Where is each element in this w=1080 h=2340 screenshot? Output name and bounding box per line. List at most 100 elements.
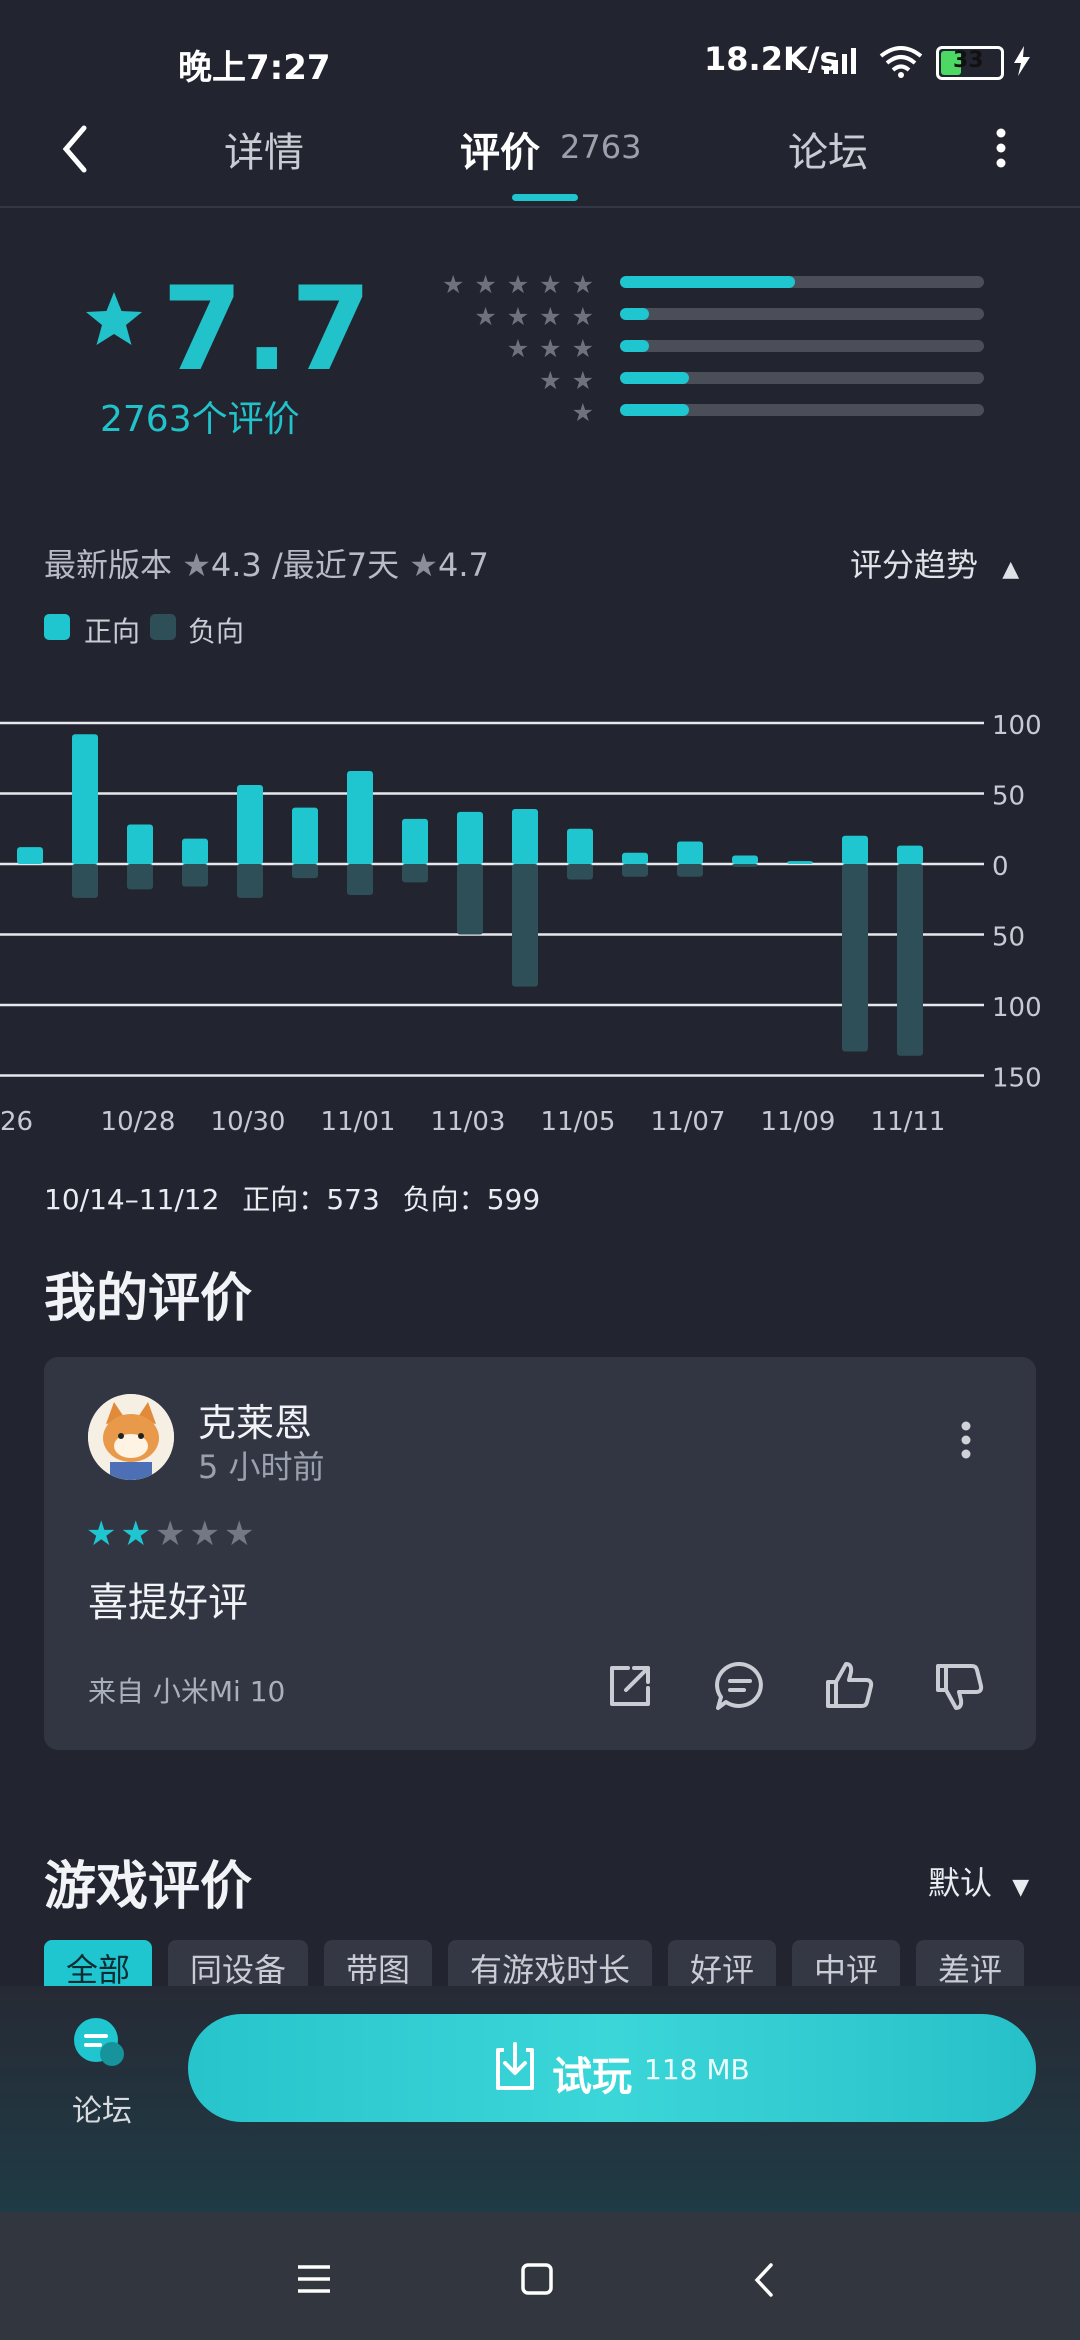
back-icon[interactable] [58,124,92,174]
my-review-title: 我的评价 [44,1269,253,1329]
y-tick-label: 0 [992,852,1009,882]
bar-positive [512,809,538,864]
system-nav-bar [0,2212,1080,2340]
bar-positive [292,807,318,864]
review-user-name[interactable]: 克莱恩 [198,1392,312,1447]
bar-positive [402,818,428,864]
x-tick-label: 11/07 [651,1107,726,1137]
date-range: 10/14–11/12 [44,1183,220,1216]
tab-details[interactable]: 详情 [224,120,304,178]
battery-icon: 33 [936,46,1004,80]
x-tick-label: 11/01 [321,1107,396,1137]
sort-select-value: 默认 [928,1864,993,1902]
bar-positive [17,847,43,864]
tab-forum[interactable]: 论坛 [788,120,868,178]
review-star-2: ★ [120,1514,155,1554]
review-star-5: ★ [223,1514,259,1554]
y-tick-label: 50 [992,923,1025,953]
version-rating-line: 最新版本 ★4.3 /最近7天 ★4.7 [44,540,489,586]
rating-trend-toggle[interactable]: 评分趋势 ▲ [850,540,1019,586]
y-tick-label: 50 [992,782,1025,812]
forum-icon[interactable] [70,2016,130,2072]
network-speed: 18.2K/s [704,40,839,78]
top-nav: 详情 评价 2763 论坛 [0,120,1080,208]
forum-button-label[interactable]: 论坛 [72,2086,132,2130]
bar-positive [182,838,208,864]
x-tick-label: 11/03 [431,1107,506,1137]
x-tick-label: 11/09 [761,1107,836,1137]
x-tick-label: 26 [0,1107,33,1137]
bar-positive [622,852,648,864]
caret-up-icon: ▲ [1002,557,1020,582]
tab-reviews[interactable]: 评价 [460,120,540,178]
hist-bar-2 [620,372,984,384]
bar-positive [237,785,263,864]
bar-negative [127,864,153,890]
rating-trend-chart[interactable]: 100 50 0 50 100 150 26 10/28 10/30 11/01 11/03 11/0… [0,690,1080,1160]
legend-negative: 负向 [188,615,245,648]
latest-version-label: 最新版本 [44,546,173,584]
y-tick-label: 100 [992,993,1042,1023]
menu-icon[interactable] [296,2264,332,2294]
bar-positive [567,828,593,864]
bar-negative [842,864,868,1052]
hist-stars-2: ★★ [539,366,604,395]
hist-stars-1: ★ [571,398,604,427]
bar-positive [897,845,923,864]
comment-icon[interactable] [712,1658,768,1714]
x-tick-label: 10/28 [101,1107,176,1137]
trial-play-size: 118 MB [644,2053,750,2086]
home-icon[interactable] [520,2262,554,2296]
negative-total: 599 [486,1183,541,1216]
rating-trend-label: 评分趋势 [850,546,979,584]
signal-icon [824,48,856,74]
charging-icon [1014,46,1030,76]
legend-positive: 正向 [84,615,141,648]
bar-positive [842,835,868,864]
bar-negative [402,864,428,883]
nav-back-icon[interactable] [752,2262,776,2298]
bar-negative [567,864,593,880]
bar-negative [512,864,538,987]
rating-score: 7.7 [162,262,374,397]
thumbs-up-icon[interactable] [822,1658,878,1714]
star-icon [86,292,142,345]
star-icon: ★ [409,546,438,584]
game-reviews-title: 游戏评价 [44,1857,253,1917]
bar-positive [677,841,703,864]
hist-fill-3 [620,340,650,352]
y-tick-label: 150 [992,1064,1042,1094]
more-icon[interactable] [994,126,1008,170]
x-tick-label: 11/05 [541,1107,616,1137]
x-tick-label: 10/30 [211,1107,286,1137]
hist-stars-3: ★★★ [506,334,604,363]
sort-select[interactable]: 默认 ▼ [928,1858,1029,1904]
bar-positive [457,811,483,864]
latest-version-score: 4.3 [210,546,262,584]
avatar[interactable] [88,1394,174,1480]
status-time: 晚上7:27 [178,48,331,88]
trial-play-label: 试玩 [552,2054,632,2100]
bar-negative [347,864,373,896]
review-star-4: ★ [189,1514,224,1554]
review-more-icon[interactable] [960,1420,972,1460]
thumbs-down-icon[interactable] [932,1658,988,1714]
hist-bar-4 [620,308,984,320]
review-time: 5 小时前 [198,1448,325,1486]
review-text: 喜提好评 [88,1580,248,1626]
legend-negative-swatch [150,614,176,640]
hist-fill-1 [620,404,690,416]
share-icon[interactable] [602,1658,658,1714]
date-range-summary: 10/14–11/12 正向：573 负向：599 [44,1178,540,1218]
hist-bar-1 [620,404,984,416]
y-tick-label: 100 [992,711,1042,741]
bar-positive [72,734,98,864]
review-stars: ★★★★★ [86,1514,258,1554]
bar-negative [677,864,703,877]
bar-positive [732,855,758,864]
negative-total-label: 负向： [402,1183,487,1216]
recent-score: 4.7 [437,546,489,584]
review-device: 来自 小米Mi 10 [88,1675,286,1708]
bar-negative [457,864,483,935]
hist-bar-3 [620,340,984,352]
